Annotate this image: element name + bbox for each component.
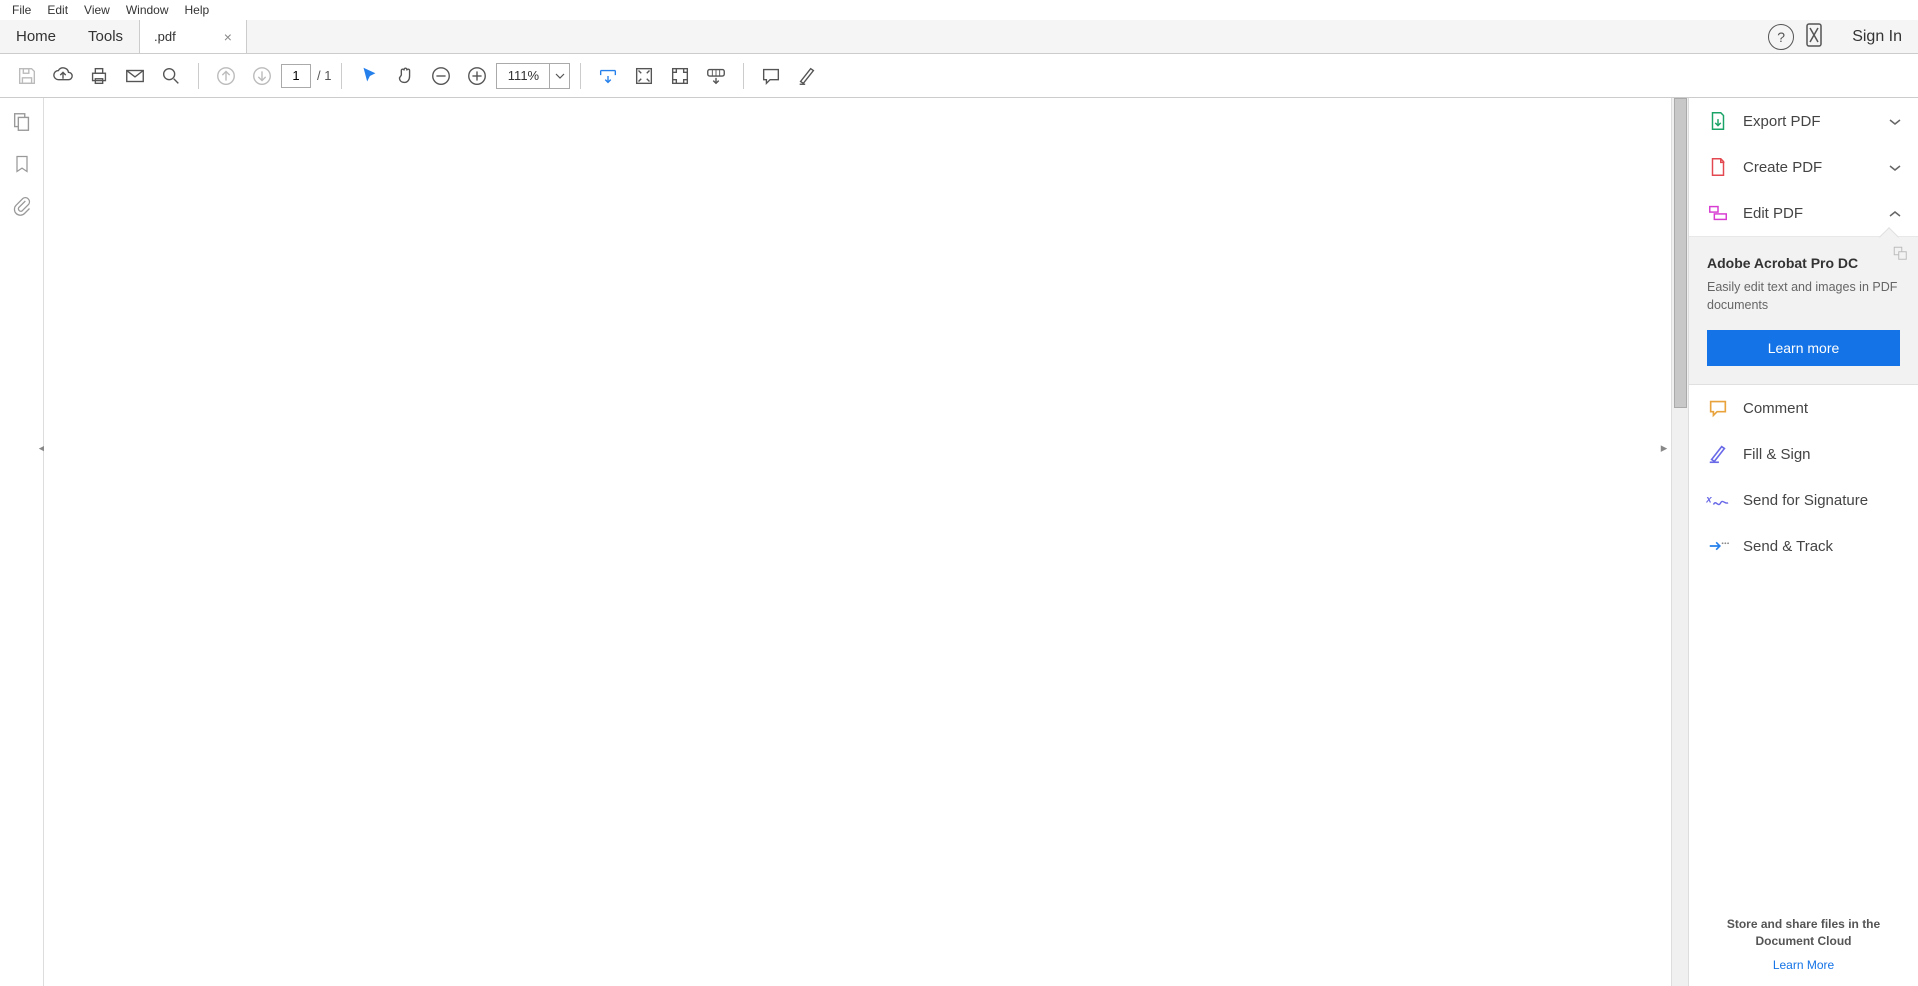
attachment-icon[interactable] bbox=[10, 194, 34, 218]
create-pdf-icon bbox=[1705, 156, 1731, 178]
export-pdf-label: Export PDF bbox=[1743, 113, 1888, 130]
menu-file[interactable]: File bbox=[4, 1, 39, 19]
tab-bar: Home Tools .pdf × ? Sign In bbox=[0, 20, 1918, 54]
page-navigator: / 1 bbox=[281, 64, 331, 88]
cloud-upload-icon[interactable] bbox=[46, 59, 80, 93]
document-tab[interactable]: .pdf × bbox=[140, 20, 247, 53]
search-icon[interactable] bbox=[154, 59, 188, 93]
highlight-icon[interactable] bbox=[790, 59, 824, 93]
page-input[interactable] bbox=[281, 64, 311, 88]
edit-pdf-tool[interactable]: Edit PDF bbox=[1689, 190, 1918, 237]
fullscreen-icon[interactable] bbox=[663, 59, 697, 93]
chevron-down-icon bbox=[1888, 160, 1902, 175]
toolbar: / 1 111% bbox=[0, 54, 1918, 98]
zoom-out-icon[interactable] bbox=[424, 59, 458, 93]
close-tab-icon[interactable]: × bbox=[224, 29, 232, 45]
hand-tool-icon[interactable] bbox=[388, 59, 422, 93]
send-signature-label: Send for Signature bbox=[1743, 492, 1902, 509]
email-icon[interactable] bbox=[118, 59, 152, 93]
comment-icon[interactable] bbox=[754, 59, 788, 93]
menu-edit[interactable]: Edit bbox=[39, 1, 76, 19]
comment-tool-icon bbox=[1705, 397, 1731, 419]
edit-pdf-label: Edit PDF bbox=[1743, 205, 1888, 222]
zoom-in-icon[interactable] bbox=[460, 59, 494, 93]
promo-body: Easily edit text and images in PDF docum… bbox=[1707, 279, 1900, 314]
prev-page-icon[interactable] bbox=[209, 59, 243, 93]
send-track-tool[interactable]: Send & Track bbox=[1689, 523, 1918, 569]
send-signature-tool[interactable]: x Send for Signature bbox=[1689, 477, 1918, 523]
right-panel-collapse-icon[interactable]: ▸ bbox=[1657, 438, 1671, 458]
cloud-promo-text: Store and share files in the Document Cl… bbox=[1709, 916, 1898, 950]
tools-panel: Export PDF Create PDF Edit PDF Adobe Acr… bbox=[1688, 98, 1918, 986]
print-icon[interactable] bbox=[82, 59, 116, 93]
cloud-learn-more-link[interactable]: Learn More bbox=[1709, 958, 1898, 972]
edit-pdf-promo: Adobe Acrobat Pro DC Easily edit text an… bbox=[1689, 237, 1918, 385]
send-track-icon bbox=[1705, 535, 1731, 557]
svg-text:x: x bbox=[1706, 495, 1712, 506]
menu-window[interactable]: Window bbox=[118, 1, 177, 19]
fit-width-icon[interactable] bbox=[591, 59, 625, 93]
main-area: ◂ ▸ Export PDF Create PDF Edit PDF Adobe… bbox=[0, 98, 1918, 986]
chevron-up-icon bbox=[1888, 206, 1902, 221]
comment-label: Comment bbox=[1743, 400, 1902, 417]
edit-pdf-icon bbox=[1705, 202, 1731, 224]
fit-page-icon[interactable] bbox=[627, 59, 661, 93]
left-navigation-rail: ◂ bbox=[0, 98, 44, 986]
zoom-selector[interactable]: 111% bbox=[496, 63, 570, 89]
menu-view[interactable]: View bbox=[76, 1, 118, 19]
read-mode-icon[interactable] bbox=[699, 59, 733, 93]
document-viewport[interactable]: ▸ bbox=[44, 98, 1688, 986]
next-page-icon[interactable] bbox=[245, 59, 279, 93]
sign-in-button[interactable]: Sign In bbox=[1852, 28, 1902, 46]
create-pdf-tool[interactable]: Create PDF bbox=[1689, 144, 1918, 190]
home-tab[interactable]: Home bbox=[0, 20, 72, 53]
bookmark-icon[interactable] bbox=[10, 152, 34, 176]
help-icon[interactable]: ? bbox=[1768, 24, 1794, 50]
zoom-value: 111% bbox=[497, 68, 549, 83]
document-tab-title: .pdf bbox=[154, 29, 176, 44]
menu-bar: File Edit View Window Help bbox=[0, 0, 1918, 20]
chevron-down-icon bbox=[1888, 114, 1902, 129]
send-track-label: Send & Track bbox=[1743, 538, 1902, 555]
fill-sign-icon bbox=[1705, 443, 1731, 465]
selection-tool-icon[interactable] bbox=[352, 59, 386, 93]
document-cloud-promo: Store and share files in the Document Cl… bbox=[1689, 902, 1918, 986]
export-pdf-icon bbox=[1705, 110, 1731, 132]
comment-tool[interactable]: Comment bbox=[1689, 385, 1918, 431]
menu-help[interactable]: Help bbox=[177, 1, 218, 19]
learn-more-button[interactable]: Learn more bbox=[1707, 330, 1900, 366]
vertical-scrollbar[interactable] bbox=[1671, 98, 1688, 986]
scrollbar-thumb[interactable] bbox=[1674, 98, 1687, 408]
mobile-link-icon[interactable] bbox=[1804, 22, 1824, 51]
page-total: / 1 bbox=[317, 68, 331, 83]
send-signature-icon: x bbox=[1705, 489, 1731, 511]
fill-sign-tool[interactable]: Fill & Sign bbox=[1689, 431, 1918, 477]
fill-sign-label: Fill & Sign bbox=[1743, 446, 1902, 463]
zoom-dropdown-icon[interactable] bbox=[549, 64, 569, 88]
tools-tab[interactable]: Tools bbox=[72, 20, 140, 53]
create-pdf-label: Create PDF bbox=[1743, 159, 1888, 176]
promo-corner-icon bbox=[1892, 245, 1910, 266]
thumbnails-icon[interactable] bbox=[10, 110, 34, 134]
export-pdf-tool[interactable]: Export PDF bbox=[1689, 98, 1918, 144]
save-icon[interactable] bbox=[10, 59, 44, 93]
promo-title: Adobe Acrobat Pro DC bbox=[1707, 255, 1900, 271]
